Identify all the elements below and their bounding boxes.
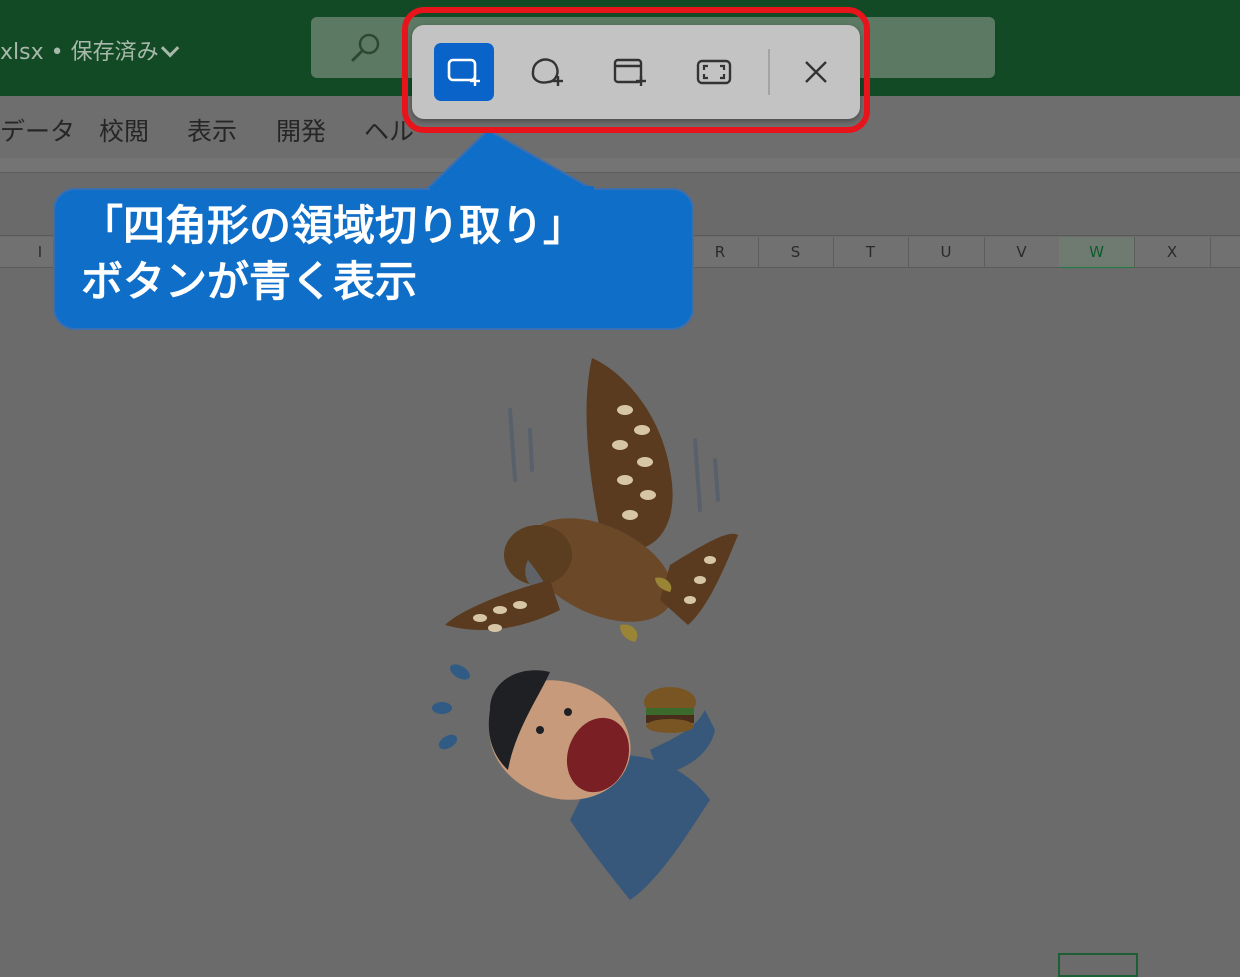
callout-box: 「四角形の領域切り取り」 ボタンが青く表示 (53, 188, 694, 330)
column-header-w[interactable]: W (1059, 237, 1135, 270)
tab-review[interactable]: 校閲 (99, 112, 149, 148)
selected-cell[interactable] (1058, 953, 1138, 977)
tab-data[interactable]: データ (0, 112, 75, 148)
sweat-drops (432, 664, 470, 750)
burger (644, 687, 696, 733)
callout-text: 「四角形の領域切り取り」 ボタンが青く表示 (81, 198, 585, 310)
column-header-u[interactable]: U (908, 237, 985, 267)
column-header-s[interactable]: S (758, 237, 834, 267)
ribbon-divider (0, 158, 1240, 173)
document-title[interactable]: xlsx • 保存済み (0, 34, 179, 66)
tab-developer[interactable]: 開発 (276, 112, 326, 148)
tab-view[interactable]: 表示 (187, 112, 237, 148)
callout-joint (430, 186, 594, 190)
callout-line-1: 「四角形の領域切り取り」 (81, 201, 586, 250)
chevron-down-icon (160, 39, 179, 58)
callout-pointer (426, 128, 596, 191)
hawk-and-man-illustration (432, 358, 738, 900)
search-icon (351, 33, 380, 62)
callout-line-2: ボタンが青く表示 (81, 257, 418, 306)
column-header-t[interactable]: T (833, 237, 909, 267)
column-header-x[interactable]: X (1134, 237, 1211, 267)
document-title-text: xlsx • 保存済み (0, 40, 159, 65)
column-header-v[interactable]: V (984, 237, 1060, 267)
toolbar-highlight-frame (402, 7, 870, 133)
